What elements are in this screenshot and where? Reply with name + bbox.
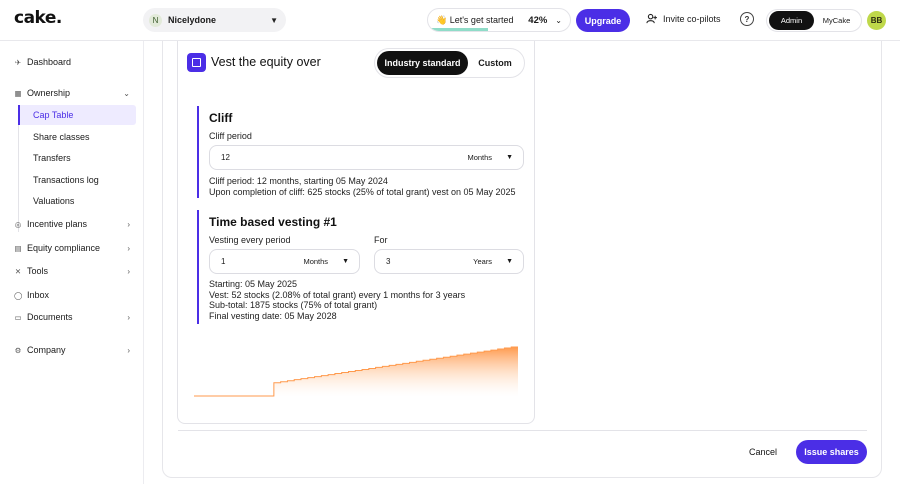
sidebar-item-label: Inbox (27, 290, 50, 300)
for-field[interactable]: 3 Years ▼ (374, 249, 524, 274)
company-selector[interactable]: N Nicelydone ▼ (143, 8, 286, 32)
sidebar-item-ownership[interactable]: ▦ Ownership ⌄ (14, 84, 130, 102)
onboarding-progress[interactable]: 👋 Let's get started 42% ⌄ (427, 8, 571, 32)
company-avatar: N (149, 13, 162, 27)
document-check-icon: ▤ (14, 243, 22, 253)
sidebar-item-label: Incentive plans (27, 219, 88, 229)
chevron-right-icon: › (127, 243, 130, 253)
time-vesting-section-marker (197, 210, 199, 324)
time-vesting-desc-line: Vest: 52 stocks (2.08% of total grant) e… (209, 289, 466, 300)
top-bar: cake. N Nicelydone ▼ 👋 Let's get started… (0, 0, 900, 41)
cake-logo[interactable]: cake. (14, 8, 62, 28)
vesting-title: Vest the equity over (211, 55, 321, 69)
inbox-icon: ◯ (14, 290, 23, 300)
cliff-section-marker (197, 106, 199, 198)
sidebar-item-dashboard[interactable]: ✈ Dashboard (14, 53, 130, 71)
sidebar-item-incentive-plans[interactable]: ◎ Incentive plans › (14, 215, 130, 233)
chevron-right-icon: › (127, 345, 130, 355)
vesting-every-input[interactable]: 1 (221, 257, 303, 266)
user-avatar[interactable]: BB (867, 11, 886, 30)
coin-icon: ◎ (14, 219, 22, 229)
help-icon[interactable]: ? (740, 12, 754, 26)
cliff-period-unit-select[interactable]: Months (467, 153, 492, 162)
cliff-period-field[interactable]: 12 Months ▼ (209, 145, 524, 170)
onboarding-label: 👋 Let's get started (436, 14, 514, 25)
cliff-desc-line: Upon completion of cliff: 625 stocks (25… (209, 186, 516, 197)
chevron-down-icon: ▼ (270, 15, 278, 25)
sidebar-item-label: Dashboard (27, 57, 72, 67)
cliff-period-label: Cliff period (209, 131, 252, 141)
onboarding-percent: 42% (528, 14, 548, 26)
time-vesting-desc-line: Sub-total: 1875 stocks (75% of total gra… (209, 300, 378, 310)
footer-divider (178, 430, 867, 431)
gear-icon: ⚙ (14, 345, 22, 355)
onboarding-progress-bar (428, 28, 488, 31)
sidebar-item-tools[interactable]: ✕ Tools › (14, 262, 130, 280)
caret-down-icon: ▼ (342, 258, 349, 265)
vesting-every-unit-select[interactable]: Months (303, 257, 328, 266)
sidebar-item-label: Ownership (27, 88, 71, 98)
cliff-period-input[interactable]: 12 (221, 153, 467, 162)
for-label: For (374, 235, 388, 245)
sidebar-item-inbox[interactable]: ◯ Inbox (14, 286, 130, 304)
vesting-icon (187, 53, 206, 72)
for-input[interactable]: 3 (386, 257, 473, 266)
sidebar-item-transactions-log[interactable]: Transactions log (18, 170, 136, 190)
mode-industry-standard[interactable]: Industry standard (377, 51, 468, 75)
company-name: Nicelydone (168, 15, 217, 25)
vesting-schedule-chart (194, 346, 518, 397)
sidebar-item-label: Documents (27, 312, 73, 322)
sidebar-item-documents[interactable]: ▭ Documents › (14, 308, 130, 326)
chevron-down-icon: ⌄ (123, 88, 130, 98)
time-vesting-description: Starting: 05 May 2025 Vest: 52 stocks (2… (209, 279, 465, 321)
time-vesting-desc-line: Final vesting date: 05 May 2028 (209, 310, 337, 321)
cancel-button[interactable]: Cancel (742, 443, 784, 461)
role-mycake[interactable]: MyCake (814, 11, 859, 30)
caret-down-icon: ▼ (506, 258, 513, 265)
invite-label: Invite co-pilots (663, 13, 721, 24)
mode-custom[interactable]: Custom (468, 51, 522, 75)
sidebar-item-share-classes[interactable]: Share classes (18, 127, 136, 147)
sidebar-item-company[interactable]: ⚙ Company › (14, 341, 130, 359)
chevron-right-icon: › (127, 219, 130, 229)
role-toggle[interactable]: Admin MyCake (766, 9, 862, 32)
sidebar-item-equity-compliance[interactable]: ▤ Equity compliance › (14, 239, 130, 257)
tools-icon: ✕ (14, 266, 22, 276)
vesting-mode-toggle[interactable]: Industry standard Custom (374, 48, 525, 78)
sidebar-item-valuations[interactable]: Valuations (18, 191, 136, 211)
caret-down-icon: ▼ (506, 154, 513, 161)
time-vesting-heading: Time based vesting #1 (209, 215, 337, 229)
sidebar-item-label: Equity compliance (27, 243, 101, 253)
issue-shares-button[interactable]: Issue shares (796, 440, 867, 464)
vesting-every-field[interactable]: 1 Months ▼ (209, 249, 360, 274)
cliff-desc-line: Cliff period: 12 months, starting 05 May… (209, 176, 388, 186)
upgrade-button[interactable]: Upgrade (576, 9, 630, 32)
for-unit-select[interactable]: Years (473, 257, 492, 266)
chevron-right-icon: › (127, 312, 130, 322)
sidebar-item-cap-table[interactable]: Cap Table (18, 105, 136, 125)
add-user-icon (646, 13, 657, 24)
vesting-every-label: Vesting every period (209, 235, 291, 245)
cliff-description: Cliff period: 12 months, starting 05 May… (209, 176, 516, 197)
role-admin[interactable]: Admin (769, 11, 814, 30)
invite-co-pilots-button[interactable]: Invite co-pilots (646, 13, 721, 24)
sidebar-item-label: Company (27, 345, 66, 355)
rocket-icon: ✈ (14, 57, 22, 67)
time-vesting-desc-line: Starting: 05 May 2025 (209, 279, 298, 289)
cliff-heading: Cliff (209, 111, 233, 125)
sidebar-item-label: Tools (27, 266, 49, 276)
chevron-down-icon: ⌄ (555, 15, 562, 25)
chevron-right-icon: › (127, 266, 130, 276)
sidebar-item-transfers[interactable]: Transfers (18, 148, 136, 168)
grid-icon: ▦ (14, 88, 22, 98)
folder-icon: ▭ (14, 312, 22, 322)
sidebar: ✈ Dashboard ▦ Ownership ⌄ Cap Table Shar… (0, 41, 144, 484)
